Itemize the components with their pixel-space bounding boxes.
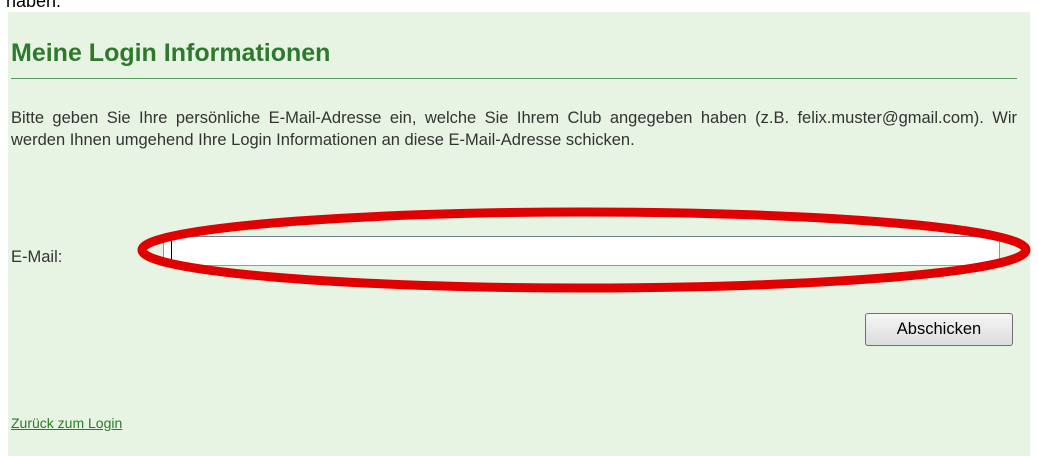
back-to-login-link[interactable]: Zurück zum Login: [11, 414, 122, 432]
page: haben. Meine Login Informationen Bitte g…: [0, 0, 1038, 456]
page-title: Meine Login Informationen: [11, 39, 331, 67]
text-cursor: [171, 241, 172, 261]
email-field[interactable]: [163, 236, 1000, 266]
cut-off-text-fragment: haben.: [6, 0, 62, 11]
instruction-text: Bitte geben Sie Ihre persönliche E-Mail-…: [11, 109, 1017, 149]
submit-button[interactable]: Abschicken: [865, 313, 1013, 346]
email-label: E-Mail:: [11, 248, 63, 266]
title-divider: [11, 78, 1017, 79]
